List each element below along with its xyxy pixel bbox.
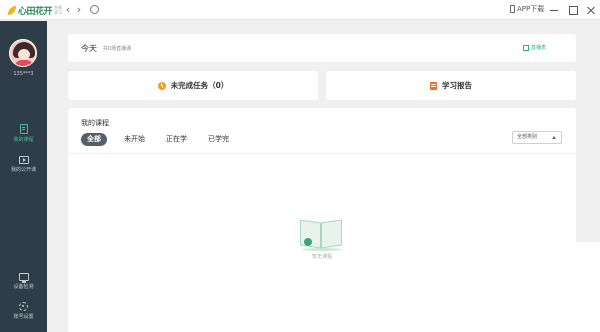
title-bar: 心田花开 在线学习 ‹ › APP下载 bbox=[0, 0, 600, 20]
sidebar-item-my-courses[interactable]: 我的课程 bbox=[0, 124, 47, 143]
course-filter-tabs: 全部 未开始 正在学 已学完 bbox=[81, 133, 244, 146]
app-download-link[interactable]: APP下载 bbox=[510, 4, 544, 14]
close-button[interactable] bbox=[585, 3, 597, 17]
sidebar-item-my-public-courses[interactable]: 我的公开课 bbox=[0, 156, 47, 173]
study-report-label: 学习报告 bbox=[442, 81, 472, 90]
refresh-icon[interactable] bbox=[90, 5, 99, 14]
report-icon bbox=[430, 81, 437, 90]
clock-icon bbox=[157, 81, 166, 90]
sidebar-item-label: 设备检测 bbox=[13, 284, 34, 290]
avatar[interactable] bbox=[9, 39, 37, 67]
username: 135***3 bbox=[13, 71, 34, 77]
sidebar: 135***3 我的课程 我的公开课 设备检测 账号设置 bbox=[0, 21, 47, 332]
tab-completed[interactable]: 已学完 bbox=[202, 133, 235, 146]
logo-subtext: 在线学习 bbox=[54, 5, 63, 15]
minimize-button[interactable] bbox=[548, 3, 560, 17]
monitor-icon bbox=[18, 273, 29, 283]
sidebar-item-label: 我的课程 bbox=[13, 137, 34, 143]
caret-up-icon bbox=[552, 136, 556, 139]
phone-icon bbox=[510, 5, 515, 13]
today-card: 今天 共0场直播课 直播表 bbox=[68, 34, 576, 62]
sidebar-item-label: 我的公开课 bbox=[10, 167, 36, 173]
gear-icon bbox=[19, 302, 28, 311]
leaf-icon bbox=[8, 5, 16, 15]
app-logo: 心田花开 在线学习 bbox=[8, 3, 62, 17]
study-report-button[interactable]: 学习报告 bbox=[326, 71, 576, 100]
sidebar-item-device-check[interactable]: 设备检测 bbox=[0, 273, 47, 290]
live-schedule-link[interactable]: 直播表 bbox=[522, 44, 546, 51]
sidebar-item-label: 账号设置 bbox=[13, 314, 34, 320]
divider bbox=[68, 153, 576, 154]
section-title: 我的课程 bbox=[81, 119, 109, 127]
today-title: 今天 bbox=[81, 44, 97, 53]
today-live-count: 共0场直播课 bbox=[103, 46, 132, 52]
unfinished-tasks-button[interactable]: 未完成任务（0） bbox=[68, 71, 318, 100]
live-schedule-label: 直播表 bbox=[530, 45, 546, 51]
tab-all[interactable]: 全部 bbox=[81, 133, 107, 146]
empty-state: 暂无课程 bbox=[298, 218, 346, 260]
background-panel bbox=[576, 242, 600, 332]
play-screen-icon bbox=[18, 156, 29, 164]
calendar-icon bbox=[522, 44, 529, 51]
open-book-icon bbox=[298, 218, 344, 251]
my-courses-panel: 我的课程 全部 未开始 正在学 已学完 全部类别 暂无课程 bbox=[68, 108, 576, 332]
tab-not-started[interactable]: 未开始 bbox=[118, 133, 151, 146]
category-select-value: 全部类别 bbox=[517, 134, 538, 140]
maximize-button[interactable] bbox=[567, 3, 579, 17]
sidebar-item-account-settings[interactable]: 账号设置 bbox=[0, 302, 47, 320]
unfinished-tasks-label: 未完成任务（0） bbox=[170, 81, 229, 90]
category-select[interactable]: 全部类别 bbox=[512, 131, 562, 144]
tab-in-progress[interactable]: 正在学 bbox=[160, 133, 193, 146]
forward-button[interactable]: › bbox=[73, 3, 85, 17]
empty-state-text: 暂无课程 bbox=[311, 254, 332, 260]
course-icon bbox=[19, 124, 28, 134]
logo-text: 心田花开 bbox=[18, 6, 53, 17]
app-download-label: APP下载 bbox=[517, 5, 545, 13]
